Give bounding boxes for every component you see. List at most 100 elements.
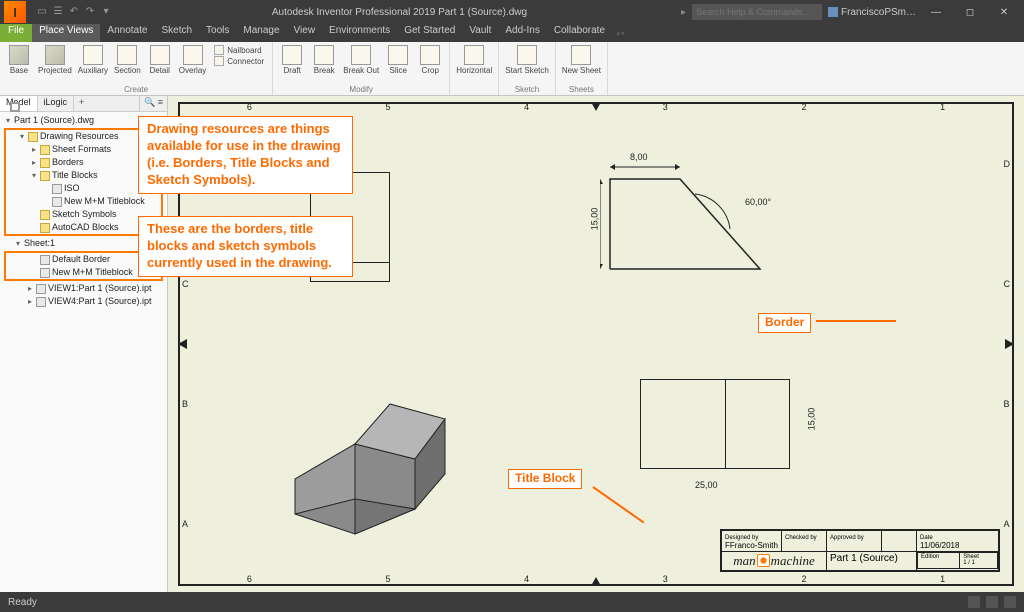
tab-get-started[interactable]: Get Started [397, 24, 462, 42]
tree-root-label: Part 1 (Source).dwg [14, 114, 94, 127]
center-mark-left-icon [178, 339, 187, 349]
tab-place-views[interactable]: Place Views [32, 24, 100, 42]
browser-search-icon[interactable]: 🔍 ≡ [139, 96, 167, 111]
tree-view4[interactable]: ▸VIEW4:Part 1 (Source).ipt [2, 295, 165, 308]
tb-checked-by-label: Checked by [785, 535, 817, 541]
ruler-mark: 5 [385, 574, 390, 584]
tb-logo-machine: machine [771, 553, 815, 568]
breakout-button[interactable]: Break Out [341, 44, 381, 76]
ribbon-group-modify: Draft Break Break Out Slice Crop Modify [273, 42, 450, 95]
tree-tb-new-label: New M+M Titleblock [64, 195, 145, 208]
window-minimize-icon[interactable]: — [922, 7, 950, 18]
ruler-mark: 3 [663, 102, 668, 112]
tb-edition-label: Edition [921, 554, 939, 560]
folder-icon [28, 132, 38, 142]
tab-collaborate[interactable]: Collaborate [547, 24, 612, 42]
section-button[interactable]: Section [112, 44, 143, 76]
qat-redo-icon[interactable]: ↷ [84, 6, 96, 18]
projected-button[interactable]: Projected [36, 44, 74, 76]
ruler-mark: 4 [524, 574, 529, 584]
tab-view[interactable]: View [287, 24, 323, 42]
tab-environments[interactable]: Environments [322, 24, 397, 42]
create-group-label: Create [4, 85, 268, 94]
break-label: Break [314, 66, 335, 75]
folder-icon [40, 210, 50, 220]
ribbon-tabs: File Place Views Annotate Sketch Tools M… [0, 24, 1024, 42]
tree-tb-new[interactable]: New M+M Titleblock [6, 195, 161, 208]
tab-annotate[interactable]: Annotate [100, 24, 154, 42]
browser-tab-add-icon[interactable]: + [74, 96, 89, 111]
app-icon: I [4, 1, 26, 23]
view-isometric[interactable] [270, 364, 480, 544]
window-close-icon[interactable]: ✕ [990, 7, 1018, 18]
file-tab[interactable]: File [0, 24, 32, 42]
status-tool-icon[interactable] [986, 596, 998, 608]
connector-button[interactable]: Connector [214, 56, 264, 66]
view-plan[interactable] [640, 379, 790, 469]
status-tool-icon[interactable] [968, 596, 980, 608]
crop-button[interactable]: Crop [415, 44, 445, 76]
tab-vault[interactable]: Vault [462, 24, 498, 42]
break-button[interactable]: Break [309, 44, 339, 76]
annotation-resources: Drawing resources are things available f… [138, 116, 353, 194]
browser-tab-ilogic[interactable]: iLogic [38, 96, 75, 111]
search-help-input[interactable] [692, 4, 822, 20]
slice-button[interactable]: Slice [383, 44, 413, 76]
view-side[interactable] [600, 139, 830, 299]
tb-logo-cell: manmachine [722, 552, 827, 571]
start-sketch-button[interactable]: Start Sketch [503, 44, 551, 76]
ruler-mark: 2 [801, 574, 806, 584]
modify-group-label: Modify [277, 85, 445, 94]
quick-access-toolbar[interactable]: ▭ ☰ ↶ ↷ ▾ [30, 6, 118, 18]
status-tools [968, 596, 1016, 608]
qat-open-icon[interactable]: ▭ [36, 6, 48, 18]
annotation-border-line [816, 320, 896, 322]
auxiliary-label: Auxiliary [78, 66, 108, 75]
base-button[interactable]: Base [4, 44, 34, 76]
center-mark-top-icon [591, 102, 601, 111]
overlay-button[interactable]: Overlay [177, 44, 209, 76]
status-bar: Ready [0, 592, 1024, 612]
border-icon [40, 255, 50, 265]
user-avatar-icon [828, 7, 838, 17]
nailboard-button[interactable]: Nailboard [214, 45, 264, 55]
tab-manage[interactable]: Manage [236, 24, 286, 42]
tree-view1[interactable]: ▸VIEW1:Part 1 (Source).ipt [2, 282, 165, 295]
section-icon [117, 45, 137, 65]
ruler-mark: B [1004, 399, 1011, 409]
title-block[interactable]: Designed byFFranco-Smith Checked by Appr… [720, 529, 1000, 572]
annotation-used: These are the borders, title blocks and … [138, 216, 353, 277]
auxiliary-button[interactable]: Auxiliary [76, 44, 110, 76]
tb-designed-by-value: FFranco-Smith [725, 541, 778, 550]
ruler-mark: 3 [663, 574, 668, 584]
tab-tools[interactable]: Tools [199, 24, 236, 42]
ruler-mark: 1 [940, 574, 945, 584]
user-chip[interactable]: FranciscoPSm… [828, 7, 916, 18]
auxiliary-icon [83, 45, 103, 65]
qat-save-icon[interactable]: ☰ [52, 6, 64, 18]
horizontal-label: Horizontal [456, 66, 492, 75]
projected-icon [45, 45, 65, 65]
tab-sketch[interactable]: Sketch [154, 24, 199, 42]
detail-button[interactable]: Detail [145, 44, 175, 76]
drawing-canvas[interactable]: 654321 654321 DCBA DCBA [168, 96, 1024, 592]
detail-icon [150, 45, 170, 65]
create-side-panel: Nailboard Connector [210, 44, 268, 67]
tab-addins[interactable]: Add-Ins [498, 24, 546, 42]
draft-button[interactable]: Draft [277, 44, 307, 76]
window-maximize-icon[interactable]: ◻ [956, 7, 984, 18]
qat-more-icon[interactable]: ▾ [100, 6, 112, 18]
spacer-label [454, 85, 494, 94]
ruler-mark: 6 [247, 102, 252, 112]
ruler-mark: 1 [940, 102, 945, 112]
section-label: Section [114, 66, 141, 75]
break-icon [314, 45, 334, 65]
tab-overflow-icon[interactable]: ●▾ [612, 29, 629, 38]
tree-sheet-tb-label: New M+M Titleblock [52, 266, 133, 279]
horizontal-button[interactable]: Horizontal [454, 44, 494, 76]
qat-undo-icon[interactable]: ↶ [68, 6, 80, 18]
detail-label: Detail [149, 66, 169, 75]
new-sheet-button[interactable]: New Sheet [560, 44, 603, 76]
ruler-mark: 4 [524, 102, 529, 112]
status-tool-icon[interactable] [1004, 596, 1016, 608]
